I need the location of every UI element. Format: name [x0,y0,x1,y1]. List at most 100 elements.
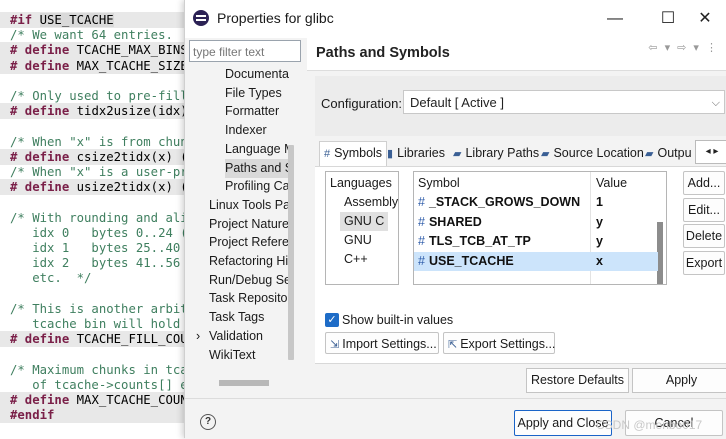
tree-item[interactable]: Task Repositor [209,289,289,308]
close-button[interactable]: ✕ [685,6,725,32]
tree-item[interactable]: Profiling Ca [225,177,289,196]
tree-item-label: Indexer [225,123,267,138]
code-line[interactable]: of tcache->counts[] e [0,377,190,393]
export-button[interactable]: Export [683,250,725,275]
page-title: Paths and Symbols [316,45,450,61]
code-line[interactable]: #if USE_TCACHE [0,12,190,28]
tree-item[interactable]: Run/Debug Se [209,271,289,290]
tree-item-label: File Types [225,85,282,100]
tree-item[interactable]: Language M [225,140,289,159]
filter-input[interactable]: type filter text [189,40,301,62]
import-settings-button[interactable]: ⇲ Import Settings... [325,332,439,354]
code-line[interactable]: /* When "x" is from chun [0,134,190,150]
export-settings-button[interactable]: ⇱ Export Settings... [443,332,555,354]
tree-item-label: Language M [225,141,289,156]
code-line[interactable]: # define tidx2usize(idx) [0,103,190,120]
tree-item[interactable]: Formatter [225,102,289,121]
languages-list: Languages Assembly GNU C GNU C++ [325,171,399,285]
tree-item[interactable]: Documenta [225,65,289,84]
symbol-row[interactable]: # TLS_TCB_AT_TP y [414,232,658,251]
configuration-value: Default [ Active ] [410,95,504,110]
delete-button[interactable]: Delete [683,224,725,248]
help-icon[interactable]: ? [200,414,216,430]
code-line[interactable]: tcache bin will hold [0,316,190,332]
tree-item[interactable]: Indexer [225,121,289,140]
restore-defaults-button[interactable]: Restore Defaults [526,368,629,393]
dialog-title: Properties for glibc [217,10,334,26]
edit-button[interactable]: Edit... [683,197,725,222]
symbol-row[interactable]: # USE_TCACHE x [414,251,658,271]
symbol-column-header[interactable]: Symbol [418,176,460,190]
tree-item[interactable]: Project Referer [209,233,289,252]
import-icon: ⇲ [330,339,340,351]
tree-item[interactable]: WikiText [209,346,289,363]
tree-item[interactable]: Project Nature [209,215,289,234]
code-line[interactable]: /* Maximum chunks in tca [0,362,190,378]
configuration-select[interactable]: Default [ Active ] ⌵ [403,90,725,114]
property-tree: Documenta File Types Formatter Indexer Langu… [189,62,297,362]
hash-icon: # [418,195,425,209]
chevron-right-icon[interactable]: › [196,327,200,346]
tree-horizontal-scrollbar[interactable] [219,380,269,386]
tab-outpu[interactable]: ▰ Outpu [645,142,692,164]
code-line[interactable] [0,194,190,210]
tree-item[interactable]: Task Tags [209,308,289,327]
code-line[interactable]: /* This is another arbit [0,301,190,317]
watermark: CSDN @menbo017 [596,418,703,432]
minimize-button[interactable]: — [595,6,635,32]
code-line[interactable]: idx 2 bytes 41..56 [0,255,190,271]
language-item[interactable]: GNU C++ [340,231,398,266]
symbol-row[interactable]: # SHARED y [414,213,658,232]
tab-icon: ▮ [387,148,394,160]
code-editor[interactable]: #if USE_TCACHE/* We want 64 entries. # de… [0,0,190,438]
symbol-value: y [596,214,603,229]
code-line[interactable]: #endif [0,407,190,424]
code-line[interactable]: /* When "x" is a user-pr [0,164,190,180]
code-line[interactable] [0,346,190,362]
tab-source-location[interactable]: ▰ Source Location [541,142,644,164]
hash-icon: # [418,253,425,268]
code-line[interactable]: idx 1 bytes 25..40 [0,240,190,256]
code-line[interactable]: # define TCACHE_FILL_COU [0,331,190,348]
code-line[interactable] [0,118,190,134]
tab-symbols[interactable]: # Symbols [319,141,388,166]
navigation-arrows[interactable]: ⇦ ▾ ⇨ ▾ ⋮ [648,41,719,54]
language-item[interactable]: GNU C [340,212,389,231]
checkmark-icon[interactable]: ✓ [325,313,339,327]
value-column-header[interactable]: Value [596,176,627,190]
code-line[interactable]: # define usize2tidx(x) ( [0,179,190,196]
language-item[interactable]: Assembly [340,193,402,212]
add-button[interactable]: Add... [683,171,725,195]
symbol-row[interactable]: # _STACK_GROWS_DOWN 1 [414,193,658,212]
tab-label: Symbols [334,146,383,160]
code-line[interactable] [0,286,190,302]
code-line[interactable]: # define MAX_TCACHE_SIZE [0,57,190,74]
code-line[interactable]: # define csize2tidx(x) ( [0,148,190,165]
code-line[interactable]: # define TCACHE_MAX_BINS [0,42,190,59]
import-settings-label: Import Settings... [342,337,437,351]
code-line[interactable]: etc. */ [0,270,190,286]
tree-vertical-scrollbar[interactable] [288,145,294,360]
code-line[interactable]: # define MAX_TCACHE_COUN [0,392,190,408]
show-builtin-label: Show built-in values [342,313,454,327]
tree-item[interactable]: Paths and S [225,158,289,178]
tree-item-label: Project Nature [209,216,289,231]
code-line[interactable] [0,73,190,89]
tab-libraries[interactable]: ▮ Libraries [387,142,445,164]
tab-library-paths[interactable]: ▰ Library Paths [453,142,539,164]
code-line[interactable]: idx 0 bytes 0..24 ( [0,225,190,241]
apply-button[interactable]: Apply [632,368,726,393]
tree-item-label: Task Repositor [209,291,289,306]
code-line[interactable]: /* With rounding and ali [0,210,190,226]
tree-item[interactable]: Linux Tools Pa [209,196,289,215]
tree-item[interactable]: File Types [225,84,289,103]
tab-scroll-arrows[interactable]: ◂ ▸ [695,140,726,164]
tree-item[interactable]: › Validation [196,327,289,346]
tree-item[interactable]: Refactoring Hi [209,252,289,271]
symbol-name-text: _STACK_GROWS_DOWN [428,195,581,209]
show-builtin-checkbox[interactable]: ✓ Show built-in values [325,312,525,330]
tab-label: Source Location [553,146,644,160]
code-line[interactable]: /* Only used to pre-fill [0,88,190,104]
code-line[interactable]: /* We want 64 entries. [0,27,190,43]
maximize-button[interactable]: ☐ [648,6,688,32]
